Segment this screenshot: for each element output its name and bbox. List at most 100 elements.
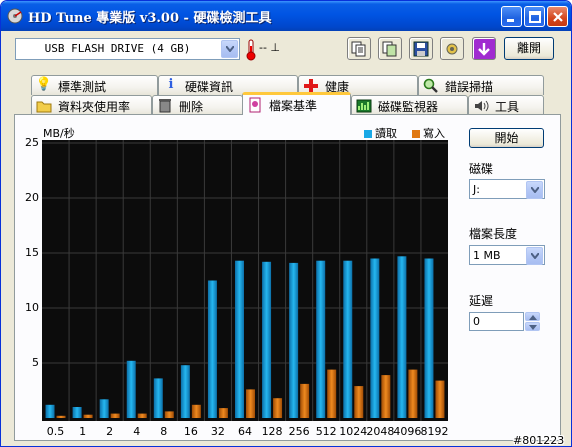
options-icon [446,43,458,55]
bar-read-4096 [397,256,407,418]
bar-read-128 [262,261,272,418]
chart-y-label: MB/秒 [43,127,75,140]
y-tick-label: 20 [25,191,39,204]
tab-label: 錯誤掃描 [445,80,494,94]
disk-select[interactable]: J: [469,179,545,199]
tab-label: 標準測試 [58,80,107,94]
tab-tools[interactable]: 工具 [468,95,544,115]
window-title: HD Tune 專業版 v3.00 - 硬碟檢測工具 [28,11,272,26]
download-icon [478,43,490,56]
tab-label: 刪除 [179,100,204,114]
maximize-button[interactable] [524,6,545,27]
chevron-down-icon [531,253,539,259]
minimize-button[interactable] [501,6,522,27]
bar-read-0.5 [45,404,55,418]
y-tick-label: 15 [25,246,39,259]
bar-write-2048 [381,375,391,418]
drive-dropdown-button[interactable] [221,40,238,58]
watermark: #801223 [513,434,565,447]
bar-write-4 [137,413,147,418]
delay-spin-down[interactable] [525,322,540,331]
copy-screenshot-icon [382,41,397,57]
bar-write-128 [273,398,283,418]
bar-read-512 [316,260,326,418]
bar-write-4096 [408,369,418,418]
info-icon: i [168,77,174,92]
app-logo-icon [7,8,23,24]
bar-write-8 [164,411,174,418]
maximize-icon [529,11,541,23]
bar-read-8 [153,378,163,418]
tab-file-benchmark[interactable]: 檔案基準 [242,92,351,115]
bar-write-64 [246,389,255,418]
title-bar[interactable]: HD Tune 專業版 v3.00 - 硬碟檢測工具 [1,1,571,31]
tab-label: 資料夾使用率 [58,100,131,114]
lightbulb-icon: 💡 [35,77,53,92]
copy-text-icon [351,41,366,57]
bar-read-256 [289,262,299,418]
bar-write-32 [218,408,228,418]
legend-read: 讀取 [364,125,397,141]
benchmark-chart [42,140,448,421]
close-button[interactable] [547,6,568,27]
bar-read-2 [99,399,109,418]
hd-tune-window: HD Tune 專業版 v3.00 - 硬碟檢測工具 USB FLASH DRI… [0,0,572,447]
tab-label: 磁碟監視器 [378,100,439,114]
delay-label: 延遲 [469,294,494,308]
chevron-down-icon [226,46,234,52]
legend-read-label: 讀取 [375,127,397,140]
chevron-down-icon [529,325,537,330]
tab-erase[interactable]: 刪除 [152,95,243,115]
bar-read-2048 [370,258,380,418]
start-button[interactable]: 開始 [469,128,544,148]
temperature-readout: -- ⊥ [259,41,281,54]
file-length-value: 1 MB [473,249,501,262]
bar-write-0.5 [56,415,66,418]
options-button[interactable] [440,37,464,60]
file-length-label: 檔案長度 [469,227,518,241]
y-tick-label: 25 [25,136,39,149]
file-benchmark-icon [243,96,267,117]
thermometer-icon [246,39,256,61]
delay-input[interactable]: 0 [469,312,524,331]
chevron-up-icon [529,315,537,320]
tab-disk-monitor[interactable]: 磁碟監視器 [351,95,468,115]
delay-spin-up[interactable] [525,312,540,321]
bar-write-8192 [435,380,445,418]
tab-folder-usage[interactable]: 資料夾使用率 [31,95,152,115]
benchmark-chart-svg [42,140,448,421]
tab-label: 檔案基準 [269,99,318,113]
tab-error-scan[interactable]: 錯誤掃描 [418,75,544,95]
disk-select-value: J: [473,183,480,196]
disk-dropdown-button[interactable] [526,181,543,199]
tab-standard-test[interactable]: 💡 標準測試 [31,75,158,95]
y-tick-label: 5 [32,356,39,369]
legend-write-swatch [412,130,420,138]
legend-write: 寫入 [412,125,445,141]
drive-select-value: USB FLASH DRIVE (4 GB) [44,42,191,55]
exit-button[interactable]: 離開 [504,37,554,60]
bar-read-64 [235,260,244,418]
drive-select[interactable]: USB FLASH DRIVE (4 GB) [15,38,240,60]
save-icon [413,41,429,57]
legend-read-swatch [364,130,372,138]
bar-write-16 [191,404,201,418]
bar-read-1024 [343,260,353,418]
bar-read-8192 [424,258,434,418]
disk-label: 磁碟 [469,162,494,176]
bar-write-256 [300,383,310,418]
copy-screenshot-button[interactable] [378,37,402,60]
bar-read-4 [126,360,136,418]
x-tick-label: 8192 [420,425,449,438]
bar-write-2 [110,413,120,418]
chevron-down-icon [531,187,539,193]
file-length-dropdown-button[interactable] [526,247,543,265]
minimize-icon [507,19,514,22]
copy-text-button[interactable] [347,37,371,60]
save-button[interactable] [409,37,433,60]
file-length-select[interactable]: 1 MB [469,245,545,265]
bar-write-1 [83,414,93,418]
download-button[interactable] [472,37,496,60]
bar-write-512 [327,369,337,418]
legend-write-label: 寫入 [423,127,445,140]
